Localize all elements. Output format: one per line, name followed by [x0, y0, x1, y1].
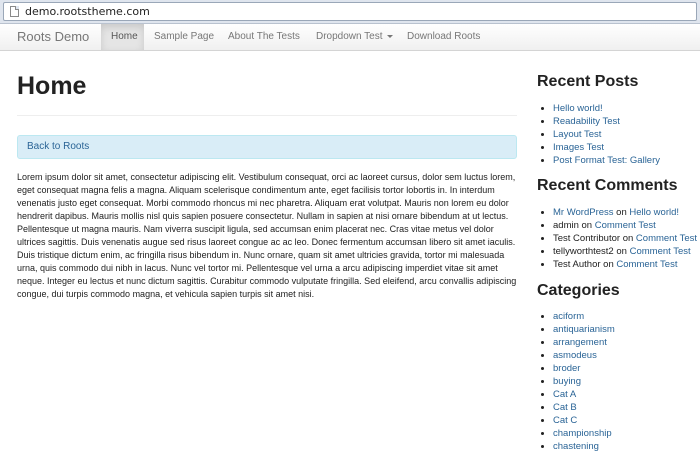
comment-post-link[interactable]: Comment Test — [616, 259, 677, 270]
comment-post-link[interactable]: Comment Test — [630, 246, 691, 257]
recent-posts-list: Hello world! Readability Test Layout Tes… — [541, 102, 660, 167]
category-link[interactable]: Cat C — [553, 415, 577, 426]
list-item: Readability Test — [541, 115, 660, 128]
post-link[interactable]: Hello world! — [553, 103, 603, 114]
url-text: demo.rootstheme.com — [25, 5, 150, 18]
comment-connector: on — [616, 246, 627, 257]
top-navbar: Roots Demo Home Sample Page About The Te… — [0, 24, 700, 51]
nav-label: Dropdown Test — [316, 31, 383, 42]
category-link[interactable]: Cat A — [553, 389, 576, 400]
list-item: aciform — [541, 310, 615, 323]
comment-post-link[interactable]: Hello world! — [629, 207, 679, 218]
nav-label: About The Tests — [228, 31, 300, 42]
list-item: Cat B — [541, 401, 615, 414]
comment-author: Test Author — [553, 259, 601, 270]
url-input[interactable]: demo.rootstheme.com — [3, 2, 697, 21]
list-item: Cat C — [541, 414, 615, 427]
title-divider — [17, 115, 517, 116]
category-link[interactable]: Cat B — [553, 402, 577, 413]
recent-comments-list: Mr WordPress on Hello world! admin on Co… — [541, 206, 697, 271]
comment-connector: on — [622, 233, 634, 244]
post-link[interactable]: Readability Test — [553, 116, 620, 127]
body-text: Lorem ipsum dolor sit amet, consectetur … — [17, 172, 517, 299]
nav-item-sample-page[interactable]: Sample Page — [144, 24, 224, 50]
list-item: Layout Test — [541, 128, 660, 141]
comment-post-link[interactable]: Comment Test — [636, 233, 697, 244]
list-item: championship — [541, 427, 615, 440]
comment-author-link[interactable]: Mr WordPress — [553, 207, 614, 218]
list-item: buying — [541, 375, 615, 388]
list-item: Hello world! — [541, 102, 660, 115]
recent-comments-title: Recent Comments — [537, 177, 678, 194]
nav-item-dropdown-test[interactable]: Dropdown Test — [306, 24, 403, 50]
list-item: Images Test — [541, 141, 660, 154]
nav-item-home[interactable]: Home — [101, 24, 144, 50]
list-item: Post Format Test: Gallery — [541, 154, 660, 167]
comment-author: admin — [553, 220, 579, 231]
nav-item-about-the-tests[interactable]: About The Tests — [218, 24, 310, 50]
categories-title: Categories — [537, 282, 620, 299]
page-title: Home — [17, 72, 87, 100]
comment-author: Test Contributor — [553, 233, 621, 244]
nav-label: Download Roots — [407, 31, 481, 42]
category-link[interactable]: buying — [553, 376, 581, 387]
category-link[interactable]: chastening — [553, 441, 599, 452]
back-to-roots-link[interactable]: Back to Roots — [27, 141, 89, 152]
list-item: Cat A — [541, 388, 615, 401]
list-item: arrangement — [541, 336, 615, 349]
post-link[interactable]: Layout Test — [553, 129, 601, 140]
category-link[interactable]: aciform — [553, 311, 584, 322]
comment-connector: on — [581, 220, 593, 231]
comment-connector: on — [616, 207, 627, 218]
browser-address-bar: demo.rootstheme.com — [0, 0, 700, 24]
list-item: Mr WordPress on Hello world! — [541, 206, 697, 219]
list-item: broder — [541, 362, 615, 375]
nav-label: Sample Page — [154, 31, 215, 42]
comment-post-link[interactable]: Comment Test — [595, 220, 656, 231]
post-link[interactable]: Post Format Test: Gallery — [553, 155, 660, 166]
page-icon — [10, 6, 19, 17]
info-alert: Back to Roots — [17, 135, 517, 159]
list-item: asmodeus — [541, 349, 615, 362]
comment-connector: on — [603, 259, 614, 270]
category-link[interactable]: asmodeus — [553, 350, 597, 361]
list-item: tellyworthtest2 on Comment Test — [541, 245, 697, 258]
list-item: chastening — [541, 440, 615, 453]
list-item: antiquarianism — [541, 323, 615, 336]
post-link[interactable]: Images Test — [553, 142, 604, 153]
brand-link[interactable]: Roots Demo — [17, 29, 89, 44]
category-link[interactable]: antiquarianism — [553, 324, 615, 335]
list-item: admin on Comment Test — [541, 219, 697, 232]
category-link[interactable]: championship — [553, 428, 612, 439]
list-item: Test Contributor on Comment Test — [541, 232, 697, 245]
comment-author: tellyworthtest2 — [553, 246, 614, 257]
category-link[interactable]: broder — [553, 363, 580, 374]
recent-posts-title: Recent Posts — [537, 73, 639, 90]
categories-list: aciform antiquarianism arrangement asmod… — [541, 310, 615, 453]
caret-down-icon — [386, 34, 393, 38]
list-item: Test Author on Comment Test — [541, 258, 697, 271]
nav-label: Home — [111, 31, 138, 42]
nav-item-download-roots[interactable]: Download Roots — [397, 24, 490, 50]
category-link[interactable]: arrangement — [553, 337, 607, 348]
